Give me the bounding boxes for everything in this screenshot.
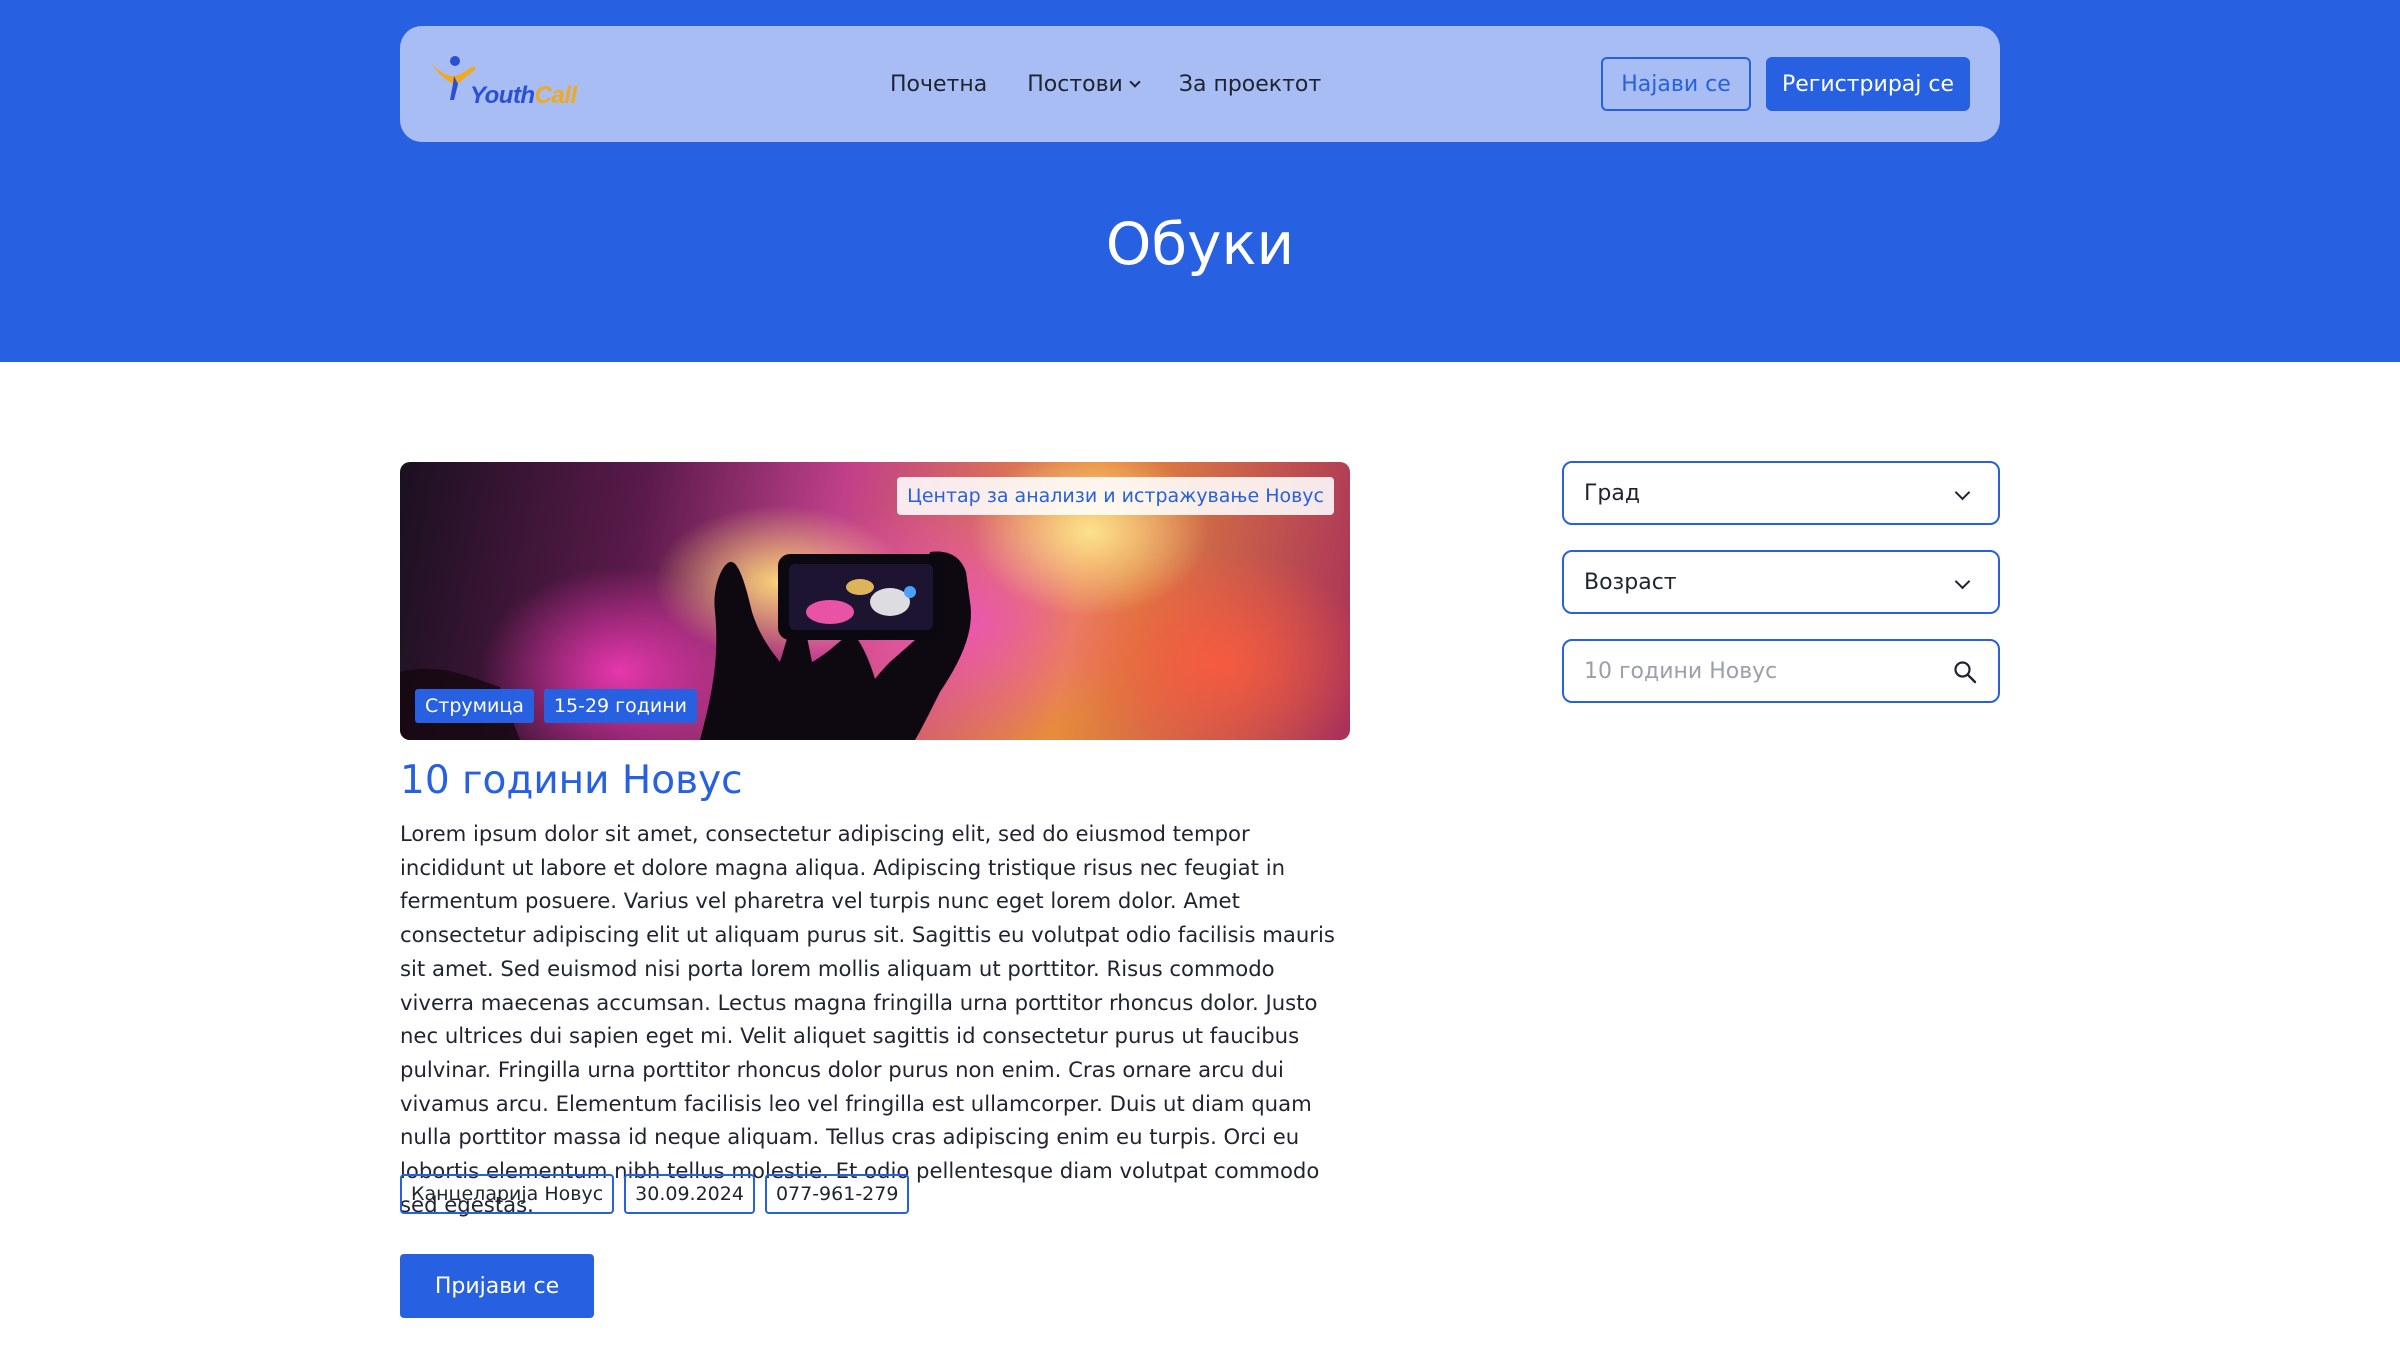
- youthcall-logo[interactable]: YouthCall: [430, 54, 590, 116]
- search-box[interactable]: [1562, 639, 2000, 703]
- nav-item-about[interactable]: За проектот: [1179, 72, 1321, 97]
- page-title: Обуки: [1105, 210, 1295, 278]
- logo-wordmark: YouthCall: [470, 82, 577, 110]
- nav-item-posts[interactable]: Постови: [1027, 71, 1141, 97]
- chevron-down-icon: [1954, 484, 1971, 501]
- search-icon[interactable]: [1952, 659, 1978, 685]
- post-image[interactable]: Центар за анализи и истражување Новус Ст…: [400, 462, 1350, 740]
- logo-text-youth: Youth: [470, 82, 535, 109]
- nav-links: Почетна Постови За проектот: [890, 66, 1361, 102]
- post-meta: Канцеларија Новус 30.09.2024 077-961-279: [400, 1174, 919, 1214]
- search-input[interactable]: [1584, 658, 1944, 684]
- age-tag: 15-29 години: [543, 689, 698, 723]
- organization-badge: Центар за анализи и истражување Новус: [897, 477, 1334, 515]
- chevron-down-icon: [1954, 573, 1971, 590]
- chevron-down-icon: [1129, 75, 1141, 88]
- post-title[interactable]: 10 години Новус: [400, 758, 743, 803]
- login-button[interactable]: Најави се: [1601, 57, 1751, 111]
- phone-tag: 077-961-279: [764, 1174, 910, 1214]
- register-button[interactable]: Регистрирај се: [1766, 57, 1970, 111]
- logo-text-call: Call: [534, 82, 578, 109]
- age-select-label: Возраст: [1584, 569, 1677, 595]
- nav-item-home[interactable]: Почетна: [890, 72, 987, 97]
- navbar: YouthCall Почетна Постови За проектот На…: [400, 26, 2000, 142]
- post-description: Lorem ipsum dolor sit amet, consectetur …: [400, 821, 1335, 1217]
- city-select[interactable]: Град: [1562, 461, 2000, 525]
- nav-item-posts-label: Постови: [1027, 71, 1123, 97]
- age-select[interactable]: Возраст: [1562, 550, 2000, 614]
- image-tags: Струмица 15-29 години: [415, 689, 707, 723]
- location-tag: Канцеларија Новус: [400, 1174, 615, 1214]
- apply-button[interactable]: Пријави се: [400, 1254, 594, 1318]
- city-select-label: Град: [1584, 480, 1641, 506]
- city-tag: Струмица: [415, 689, 534, 723]
- date-tag: 30.09.2024: [624, 1174, 755, 1214]
- hero-banner: YouthCall Почетна Постови За проектот На…: [0, 0, 2400, 362]
